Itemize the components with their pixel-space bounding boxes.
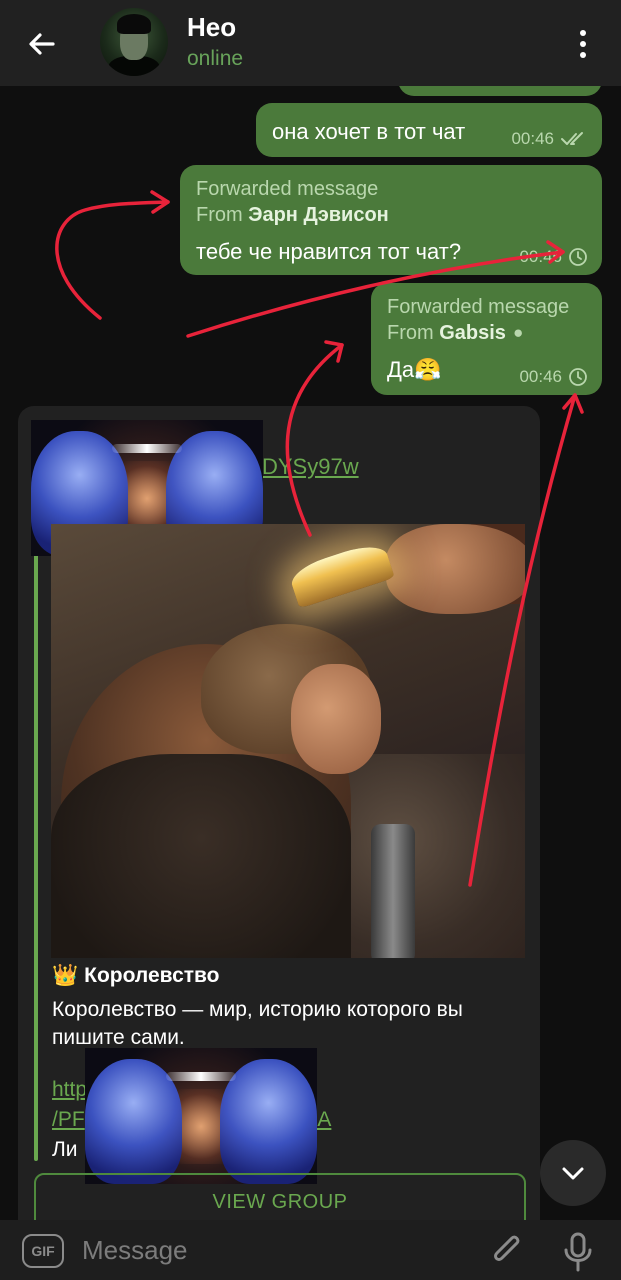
online-status: online — [187, 47, 244, 70]
arrow-left-icon — [29, 33, 55, 55]
forwarded-message-bubble[interactable]: Forwarded message From Эарн Дэвисон тебе… — [180, 165, 602, 275]
message-text: тебе че нравится тот чат? — [196, 239, 462, 264]
post-link[interactable]: http — [52, 1078, 87, 1102]
double-check-icon — [561, 132, 583, 145]
paperclip-icon[interactable] — [488, 1230, 528, 1272]
post-title-text: Королевство — [84, 964, 220, 987]
forwarded-label: Forwarded message — [196, 178, 379, 200]
post-link-cont[interactable]: /PF — [52, 1108, 85, 1132]
clock-icon — [569, 248, 587, 266]
post-link-top[interactable]: DYSy97w — [262, 454, 359, 480]
from-emoji: ⚫ — [511, 326, 525, 343]
chat-header: Нео online — [0, 0, 621, 86]
back-button[interactable] — [22, 24, 62, 64]
forwarded-from: From Gabsis ⚫ — [387, 322, 525, 345]
forwarded-label: Forwarded message — [387, 296, 570, 318]
message-input-bar: GIF — [0, 1220, 621, 1280]
message-meta: 00:46 — [511, 129, 588, 149]
arrowhead — [562, 393, 584, 414]
arrowhead — [324, 340, 344, 363]
brain-overlay-image-bottom — [85, 1048, 317, 1184]
clock-icon — [569, 368, 587, 386]
message-meta: 00:46 — [519, 247, 588, 267]
from-name[interactable]: Эарн Дэвисон — [248, 204, 389, 226]
from-prefix: From — [196, 204, 243, 226]
chat-title[interactable]: Нео — [187, 12, 236, 43]
quote-accent-bar — [34, 546, 38, 1161]
avatar[interactable] — [100, 8, 168, 76]
post-title: 👑 Королевство — [52, 964, 220, 988]
message-text: Да😤 — [387, 357, 442, 382]
post-description: Королевство — мир, историю которого вы п… — [52, 998, 463, 1049]
gif-button[interactable]: GIF — [22, 1234, 64, 1268]
channel-post-bubble[interactable]: DYSy97w 👑 Королевство Королевство — мир,… — [18, 406, 540, 1236]
post-text-cut: Ли — [52, 1138, 78, 1161]
crown-emoji: 👑 — [52, 964, 79, 987]
from-name[interactable]: Gabsis — [439, 322, 506, 344]
message-meta: 00:46 — [519, 367, 588, 387]
message-bubble[interactable]: она хочет в тот чат 00:46 — [256, 103, 602, 157]
microphone-icon[interactable] — [558, 1230, 598, 1272]
more-vert-icon[interactable] — [566, 24, 600, 64]
forwarded-from: From Эарн Дэвисон — [196, 204, 389, 227]
message-text: она хочет в тот чат — [272, 119, 466, 144]
post-preview-image[interactable] — [51, 524, 525, 958]
message-time: 00:46 — [519, 367, 562, 386]
chevron-down-icon — [562, 1167, 584, 1180]
arrow-annotation — [55, 200, 170, 320]
scroll-down-button[interactable] — [540, 1140, 606, 1206]
message-input[interactable] — [82, 1228, 462, 1272]
forwarded-message-bubble[interactable]: Forwarded message From Gabsis ⚫ Да😤 00:4… — [371, 283, 602, 395]
from-prefix: From — [387, 322, 434, 344]
chat-screen: Нео online она хочет в тот чат 00:46 For… — [0, 0, 621, 1280]
message-time: 00:46 — [511, 129, 554, 148]
arrowhead — [150, 190, 170, 214]
message-time: 00:46 — [519, 247, 562, 266]
